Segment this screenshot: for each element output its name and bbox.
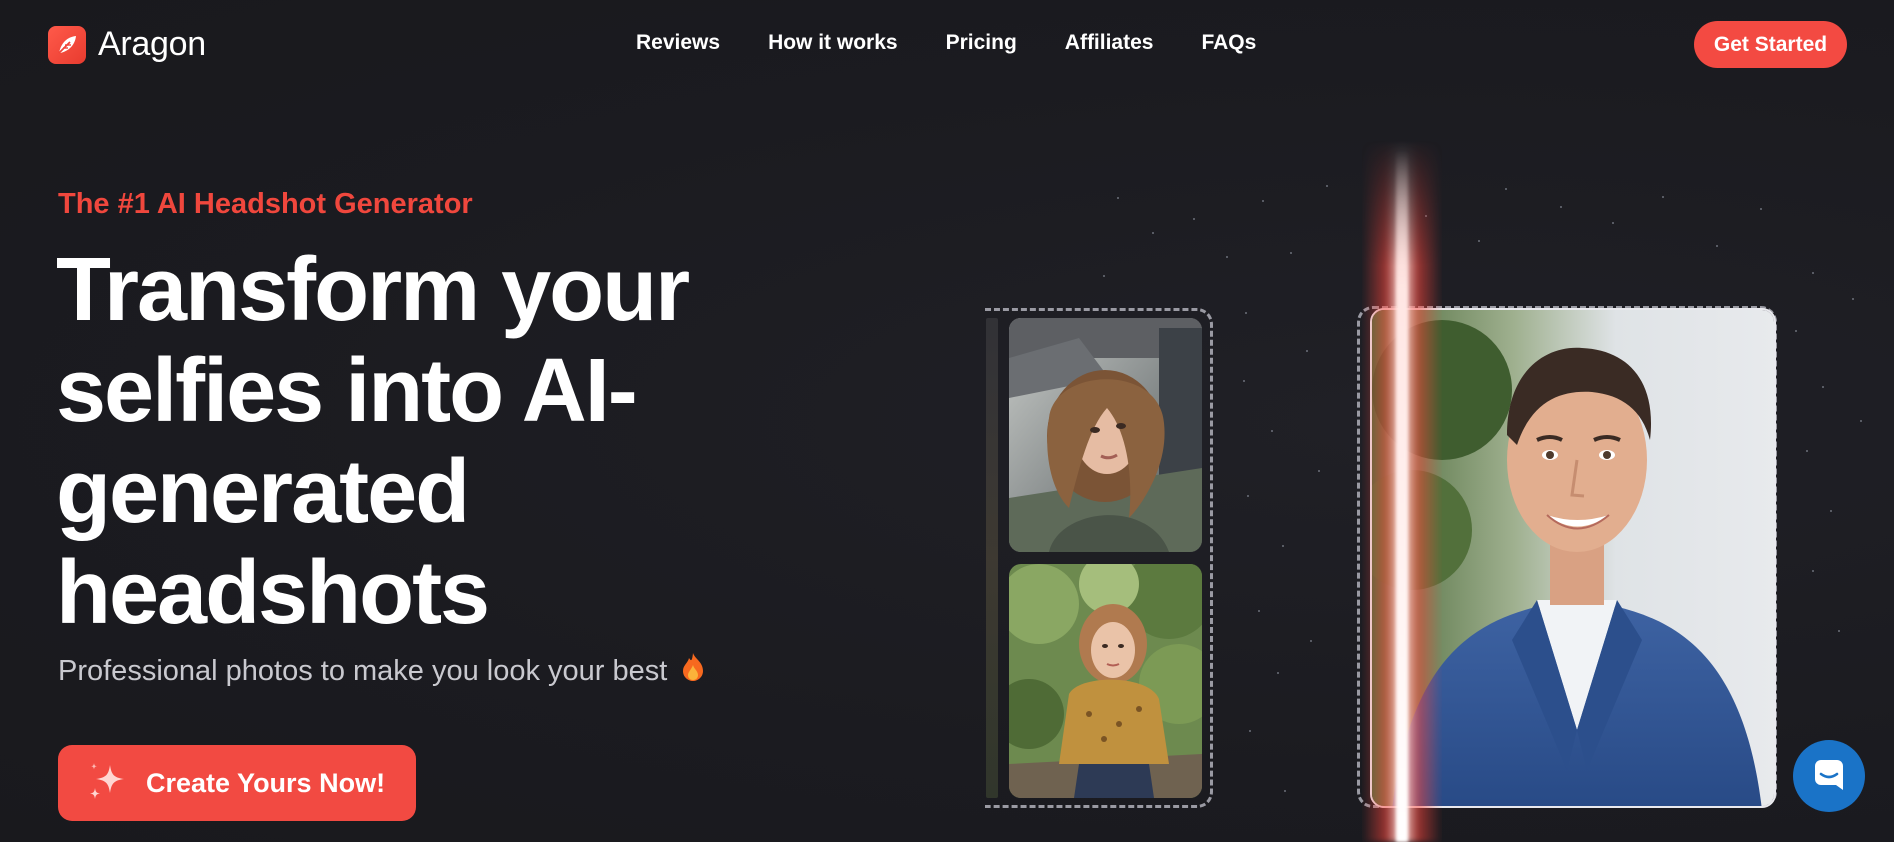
hero-eyebrow: The #1 AI Headshot Generator [58, 188, 473, 220]
top-nav: Aragon Reviews How it works Pricing Affi… [0, 0, 1894, 90]
nav-link-pricing[interactable]: Pricing [946, 31, 1017, 55]
selfie-photo [1009, 564, 1202, 798]
leaf-icon [48, 25, 86, 64]
selfie-photo [1009, 318, 1202, 552]
get-started-button[interactable]: Get Started [1694, 21, 1847, 68]
fire-icon [681, 652, 705, 690]
scan-beam-core [1396, 150, 1408, 842]
sparkle-icon [86, 759, 130, 808]
brand-name: Aragon [98, 25, 206, 63]
hero-subline-text: Professional photos to make you look you… [58, 654, 668, 687]
chat-icon [1812, 757, 1846, 796]
nav-links: Reviews How it works Pricing Affiliates … [636, 31, 1256, 55]
create-yours-label: Create Yours Now! [146, 767, 386, 798]
nav-link-faqs[interactable]: FAQs [1201, 31, 1256, 55]
create-yours-button[interactable]: Create Yours Now! [58, 745, 416, 821]
hero-headline: Transform your selfies into AI-generated… [56, 240, 690, 643]
nav-link-how-it-works[interactable]: How it works [768, 31, 898, 55]
brand-logo[interactable]: Aragon [48, 25, 206, 64]
hero-subline: Professional photos to make you look you… [58, 652, 705, 690]
landing-page: Aragon Reviews How it works Pricing Affi… [0, 0, 1894, 842]
chat-launcher-button[interactable] [1793, 740, 1865, 812]
nav-link-reviews[interactable]: Reviews [636, 31, 720, 55]
nav-link-affiliates[interactable]: Affiliates [1065, 31, 1154, 55]
